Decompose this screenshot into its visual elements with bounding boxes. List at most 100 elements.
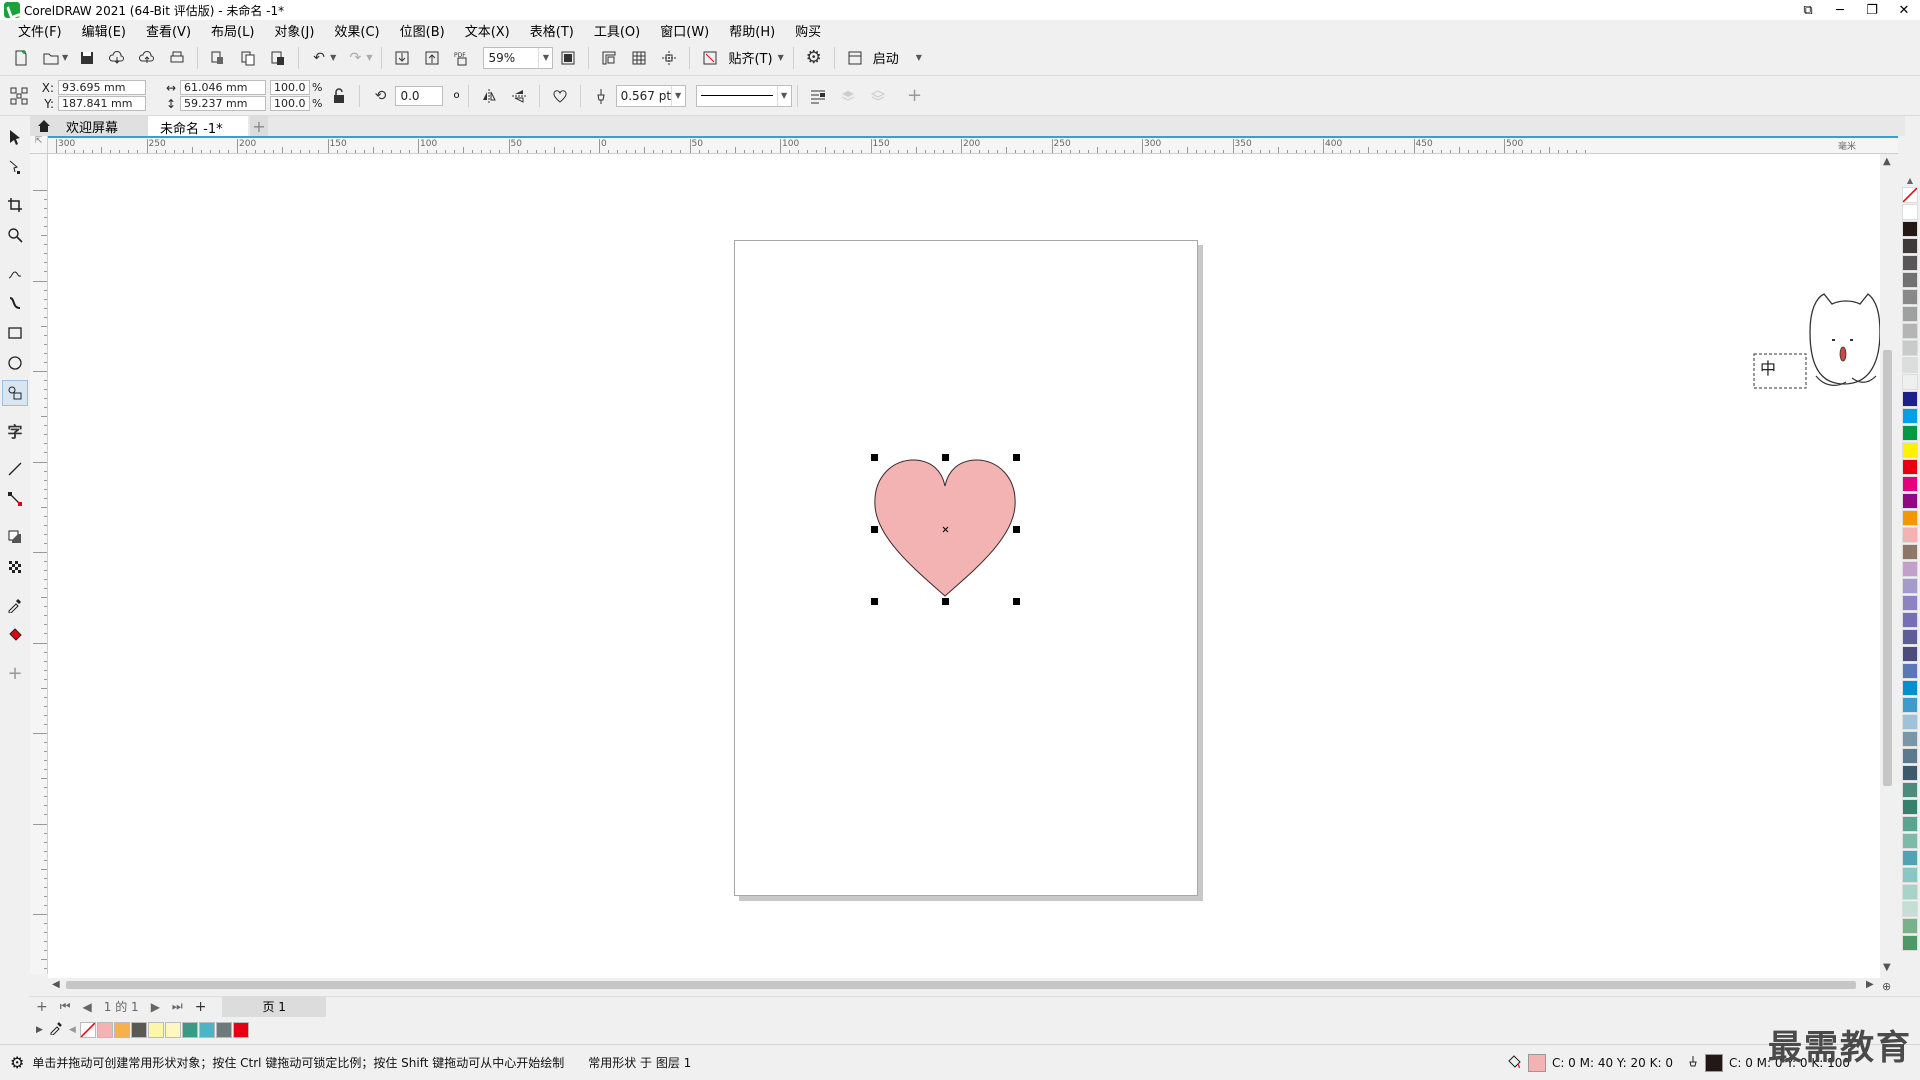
- parallel-dimension-tool-icon[interactable]: [2, 456, 28, 482]
- chevron-down-icon[interactable]: ▼: [670, 85, 685, 106]
- palette-swatch[interactable]: [1902, 867, 1918, 883]
- palette-swatch[interactable]: [1902, 884, 1918, 900]
- ime-mode-label[interactable]: 中: [1760, 359, 1776, 378]
- drawing-canvas[interactable]: 中: [48, 154, 1880, 978]
- cloud-export-icon[interactable]: [135, 46, 159, 70]
- outline-width-combo[interactable]: 0.567 pt ▼: [615, 84, 686, 107]
- publish-pdf-icon[interactable]: PDF: [450, 46, 474, 70]
- artistic-media-tool-icon[interactable]: [2, 290, 28, 316]
- palette-swatch[interactable]: [1902, 748, 1918, 764]
- palette-swatch[interactable]: [1902, 850, 1918, 866]
- palette-swatch[interactable]: [1902, 901, 1918, 917]
- palette-swatch[interactable]: [1902, 731, 1918, 747]
- mirror-vertical-icon[interactable]: [507, 84, 531, 108]
- palette-swatch[interactable]: [1902, 272, 1918, 288]
- palette-swatch[interactable]: [1902, 340, 1918, 356]
- palette-swatch[interactable]: [1902, 544, 1918, 560]
- show-rulers-icon[interactable]: [597, 46, 621, 70]
- redo-icon[interactable]: ↷: [343, 46, 367, 70]
- doc-palette-swatch[interactable]: [198, 1022, 215, 1038]
- y-position-input[interactable]: 187.841 mm: [58, 96, 146, 111]
- snap-dropdown-icon[interactable]: ▼: [778, 53, 784, 62]
- launch-label[interactable]: 启动: [873, 48, 899, 67]
- palette-swatch[interactable]: [1902, 357, 1918, 373]
- rotation-angle-input[interactable]: 0.0: [395, 85, 444, 106]
- palette-swatch[interactable]: [1902, 612, 1918, 628]
- doc-palette-swatch[interactable]: [130, 1022, 147, 1038]
- line-style-combo[interactable]: ▼: [695, 84, 792, 107]
- chevron-down-icon[interactable]: ▼: [776, 85, 791, 106]
- menu-window[interactable]: 窗口(W): [650, 21, 719, 40]
- cloud-import-icon[interactable]: [105, 46, 129, 70]
- heart-shape[interactable]: [874, 459, 1016, 597]
- x-position-input[interactable]: 93.695 mm: [58, 80, 146, 95]
- menu-file[interactable]: 文件(F): [8, 21, 72, 40]
- doc-palette-swatch[interactable]: [147, 1022, 164, 1038]
- zoom-level-combo[interactable]: 59% ▼: [483, 46, 554, 69]
- palette-swatch[interactable]: [1902, 238, 1918, 254]
- palette-swatch[interactable]: [1902, 306, 1918, 322]
- crop-tool-icon[interactable]: [2, 192, 28, 218]
- snap-to-label[interactable]: 贴齐(T): [728, 48, 772, 67]
- palette-swatch[interactable]: [1902, 765, 1918, 781]
- next-page-icon[interactable]: ▶: [151, 1000, 160, 1014]
- menu-object[interactable]: 对象(J): [264, 21, 324, 40]
- palette-swatch[interactable]: [1902, 255, 1918, 271]
- cut-icon[interactable]: [206, 46, 230, 70]
- palette-swatch[interactable]: [1902, 476, 1918, 492]
- first-page-icon[interactable]: ⏮: [60, 999, 71, 1014]
- menu-table[interactable]: 表格(T): [520, 21, 584, 40]
- vertical-scroll-thumb[interactable]: [1883, 350, 1892, 786]
- palette-swatch[interactable]: [1902, 493, 1918, 509]
- palette-scroll-up-icon[interactable]: ▲: [1900, 176, 1920, 186]
- ruler-origin[interactable]: ⇱: [30, 136, 48, 154]
- palette-swatch[interactable]: [1902, 646, 1918, 662]
- menu-tools[interactable]: 工具(O): [584, 21, 650, 40]
- palette-swatch[interactable]: [1902, 204, 1918, 220]
- save-icon[interactable]: [75, 46, 99, 70]
- quick-customize-icon[interactable]: +: [2, 660, 28, 686]
- fill-color-swatch[interactable]: [1527, 1054, 1546, 1072]
- doc-palette-eyedropper-icon[interactable]: [49, 1021, 63, 1039]
- vertical-scrollbar[interactable]: ▲ ▼: [1880, 154, 1894, 978]
- add-page-after-icon[interactable]: +: [195, 999, 207, 1015]
- width-input[interactable]: 61.046 mm: [180, 80, 266, 95]
- scale-height-input[interactable]: 100.0: [270, 96, 310, 111]
- freehand-tool-icon[interactable]: [2, 260, 28, 286]
- doc-palette-swatch[interactable]: [232, 1022, 249, 1038]
- palette-swatch[interactable]: [1902, 697, 1918, 713]
- restore-button[interactable]: ❐: [1856, 0, 1888, 20]
- menu-view[interactable]: 查看(V): [136, 21, 201, 40]
- menu-bitmaps[interactable]: 位图(B): [390, 21, 455, 40]
- menu-layout[interactable]: 布局(L): [201, 21, 264, 40]
- doc-palette-swatch[interactable]: [96, 1022, 113, 1038]
- ellipse-tool-icon[interactable]: [2, 350, 28, 376]
- height-input[interactable]: 59.237 mm: [180, 96, 266, 111]
- palette-swatch[interactable]: [1902, 935, 1918, 951]
- lock-ratio-icon[interactable]: [327, 84, 351, 108]
- menu-effects[interactable]: 效果(C): [324, 21, 389, 40]
- menu-text[interactable]: 文本(X): [455, 21, 520, 40]
- palette-swatch[interactable]: [1902, 629, 1918, 645]
- reference-point-icon[interactable]: [7, 84, 31, 108]
- palette-swatch[interactable]: [1902, 595, 1918, 611]
- redo-dropdown-icon[interactable]: ▼: [366, 53, 372, 62]
- doc-palette-swatch[interactable]: [181, 1022, 198, 1038]
- transparency-tool-icon[interactable]: [2, 554, 28, 580]
- last-page-icon[interactable]: ⏭: [172, 999, 183, 1014]
- palette-swatch[interactable]: [1902, 323, 1918, 339]
- palette-swatch[interactable]: [1902, 442, 1918, 458]
- doc-palette-expand-icon[interactable]: ▶: [36, 1025, 43, 1035]
- palette-swatch[interactable]: [1902, 782, 1918, 798]
- palette-swatch[interactable]: [1902, 799, 1918, 815]
- undo-dropdown-icon[interactable]: ▼: [330, 53, 336, 62]
- minimize-button[interactable]: ─: [1824, 0, 1856, 20]
- palette-swatch[interactable]: [1902, 374, 1918, 390]
- snap-off-icon[interactable]: [698, 46, 722, 70]
- palette-swatch[interactable]: [1902, 221, 1918, 237]
- outline-color-swatch[interactable]: [1704, 1054, 1723, 1072]
- full-screen-preview-icon[interactable]: [556, 46, 580, 70]
- eyedropper-tool-icon[interactable]: [2, 592, 28, 618]
- shape-tool-icon[interactable]: [2, 154, 28, 180]
- new-tab-button[interactable]: +: [250, 116, 268, 136]
